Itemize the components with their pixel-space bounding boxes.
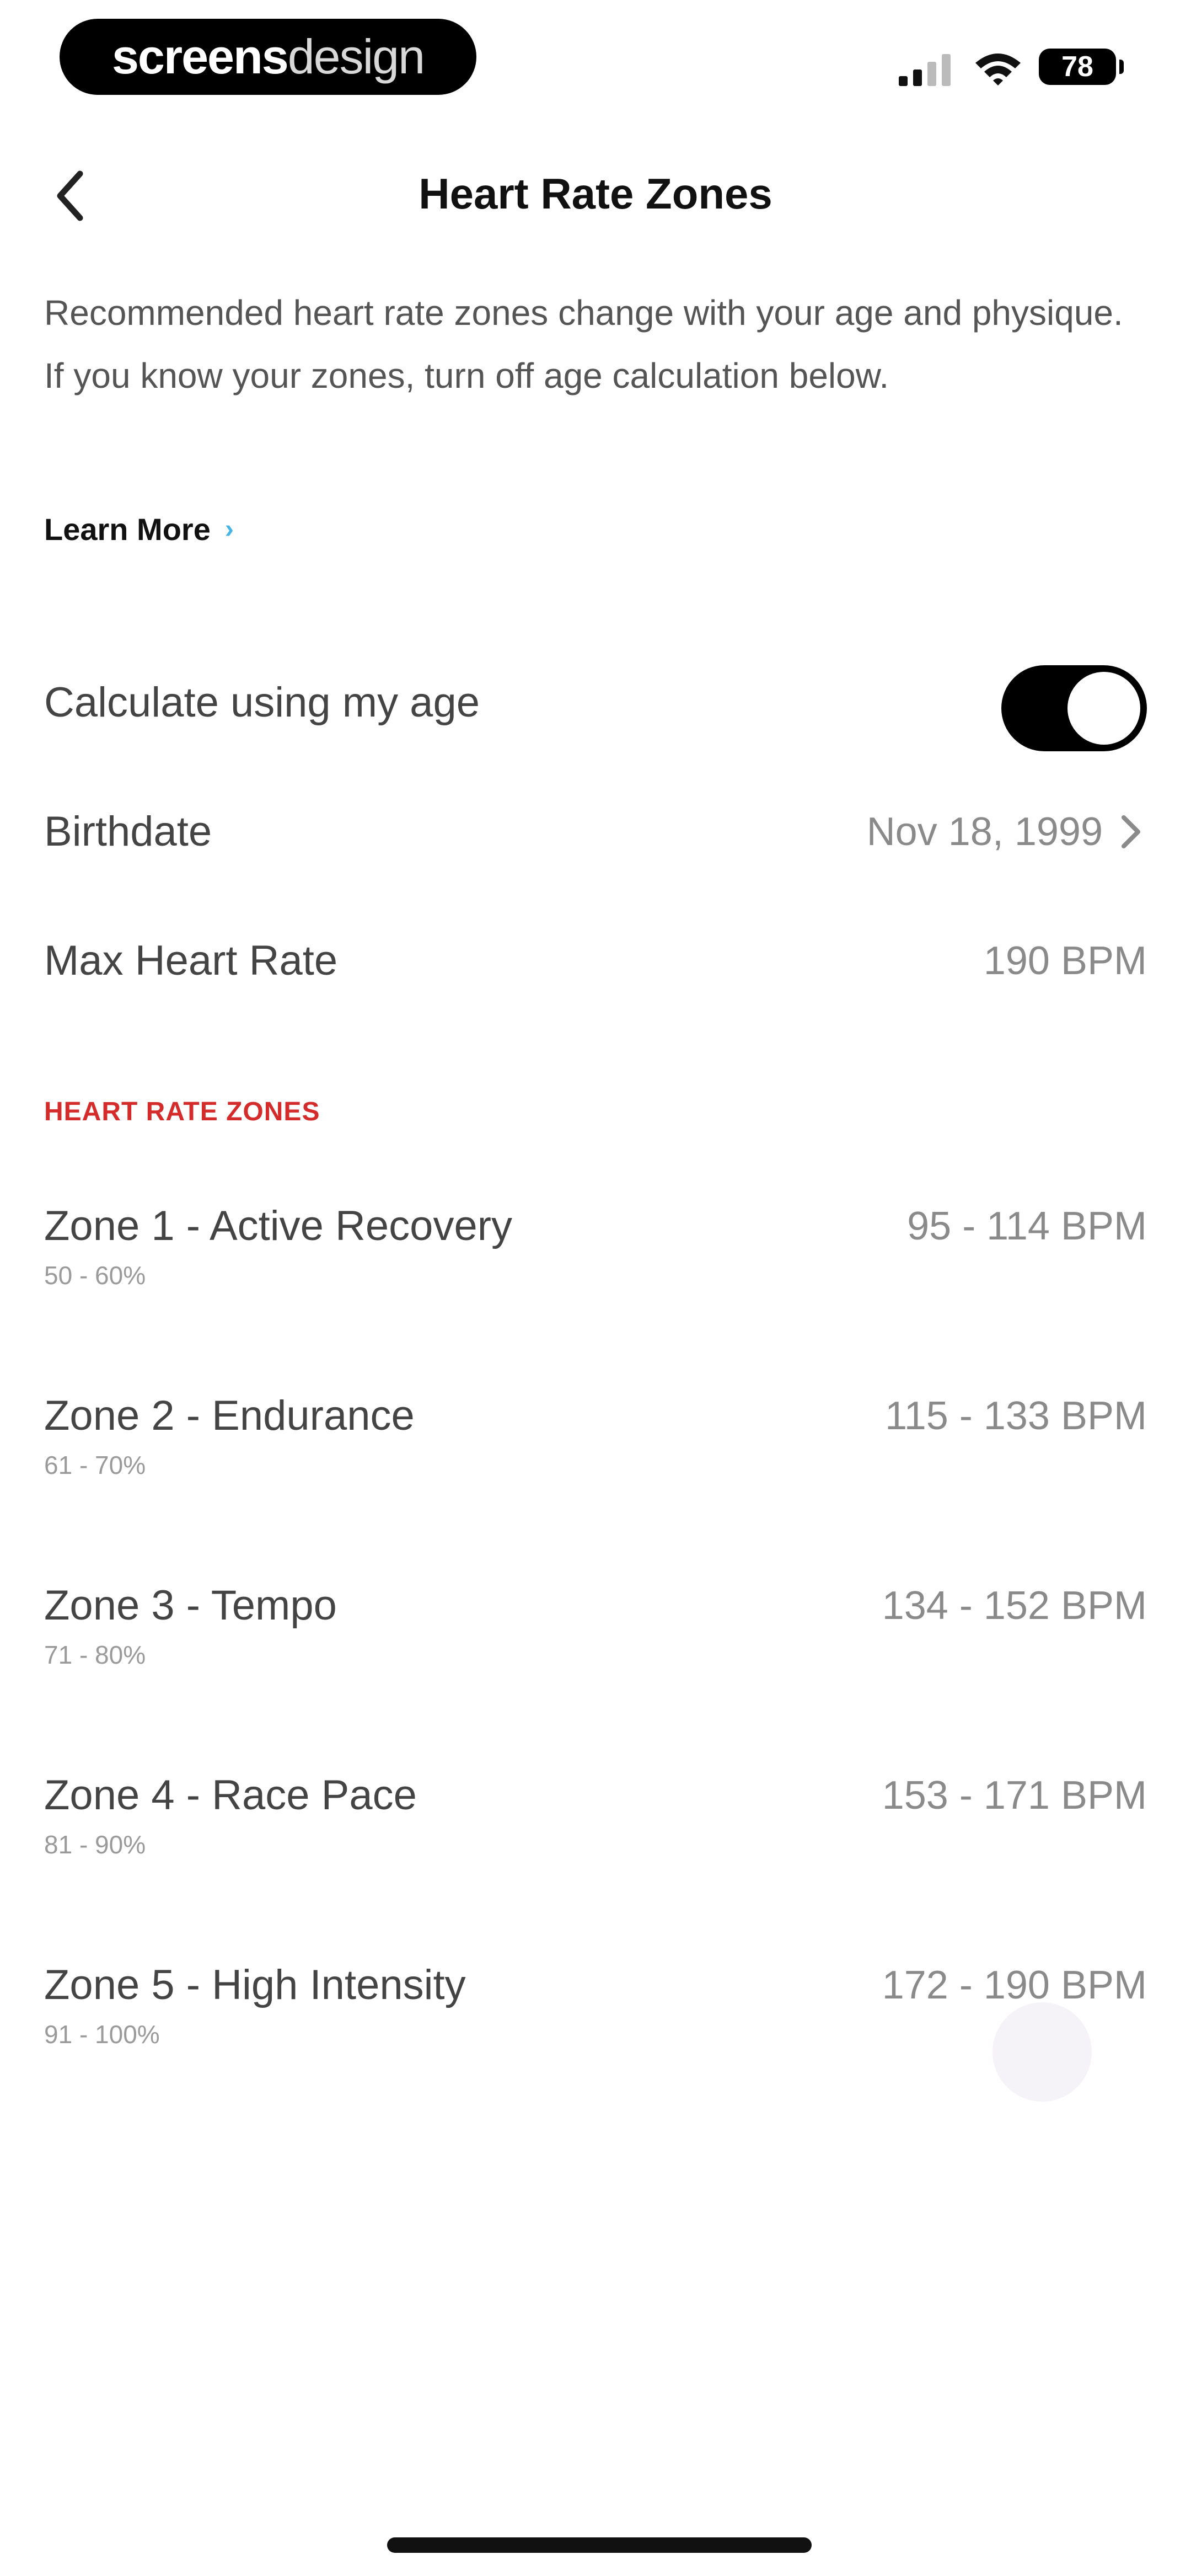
zone-row: Zone 1 - Active Recovery 50 - 60% 95 - 1… xyxy=(44,1185,1147,1375)
calculate-age-toggle[interactable] xyxy=(1001,665,1147,751)
zone-bpm: 115 - 133 BPM xyxy=(885,1394,1147,1438)
max-heart-rate-label: Max Heart Rate xyxy=(44,937,338,984)
zone-bpm: 134 - 152 BPM xyxy=(882,1584,1147,1628)
learn-more-label: Learn More xyxy=(44,512,211,547)
brand-bold: screens xyxy=(111,29,289,84)
home-indicator[interactable] xyxy=(387,2537,812,2553)
zones-list: Zone 1 - Active Recovery 50 - 60% 95 - 1… xyxy=(44,1185,1147,2134)
calculate-age-label: Calculate using my age xyxy=(44,679,480,726)
birthdate-value: Nov 18, 1999 xyxy=(866,810,1103,854)
screensdesign-badge: screensdesign xyxy=(60,19,476,95)
zone-percent: 61 - 70% xyxy=(44,1451,146,1479)
learn-more-link[interactable]: Learn More › xyxy=(44,502,234,557)
status-bar: screensdesign 78 xyxy=(0,0,1191,110)
zone-row: Zone 3 - Tempo 71 - 80% 134 - 152 BPM xyxy=(44,1564,1147,1754)
battery-icon: 78 xyxy=(1039,49,1124,85)
zone-bpm: 153 - 171 BPM xyxy=(882,1773,1147,1818)
zone-percent: 50 - 60% xyxy=(44,1261,146,1290)
chevron-right-icon xyxy=(1122,815,1140,848)
zone-percent: 81 - 90% xyxy=(44,1830,146,1859)
zone-row: Zone 4 - Race Pace 81 - 90% 153 - 171 BP… xyxy=(44,1754,1147,1944)
zone-percent: 71 - 80% xyxy=(44,1640,146,1669)
max-heart-rate-value: 190 BPM xyxy=(983,939,1147,983)
zone-bpm: 95 - 114 BPM xyxy=(907,1204,1147,1248)
calculate-age-row: Calculate using my age xyxy=(44,664,1147,751)
description-text: Recommended heart rate zones change with… xyxy=(44,293,1123,396)
heart-rate-zones-screen: screensdesign 78 Heart Rate Zones Recomm… xyxy=(0,0,1191,2576)
zone-row: Zone 2 - Endurance 61 - 70% 115 - 133 BP… xyxy=(44,1375,1147,1564)
zone-row: Zone 5 - High Intensity 91 - 100% 172 - … xyxy=(44,1944,1147,2134)
wifi-icon xyxy=(975,54,1021,85)
toggle-knob xyxy=(1067,672,1140,745)
chevron-right-icon: › xyxy=(224,515,234,544)
birthdate-row[interactable]: Birthdate Nov 18, 1999 xyxy=(44,793,1147,870)
zone-percent: 91 - 100% xyxy=(44,2020,160,2049)
cellular-signal-icon xyxy=(899,54,951,86)
brand-light: design xyxy=(287,29,425,84)
floating-touch-indicator xyxy=(993,2002,1092,2102)
max-heart-rate-row: Max Heart Rate 190 BPM xyxy=(44,922,1147,1000)
birthdate-label: Birthdate xyxy=(44,808,212,855)
page-title: Heart Rate Zones xyxy=(419,169,772,218)
zones-section-title: HEART RATE ZONES xyxy=(44,1097,320,1126)
